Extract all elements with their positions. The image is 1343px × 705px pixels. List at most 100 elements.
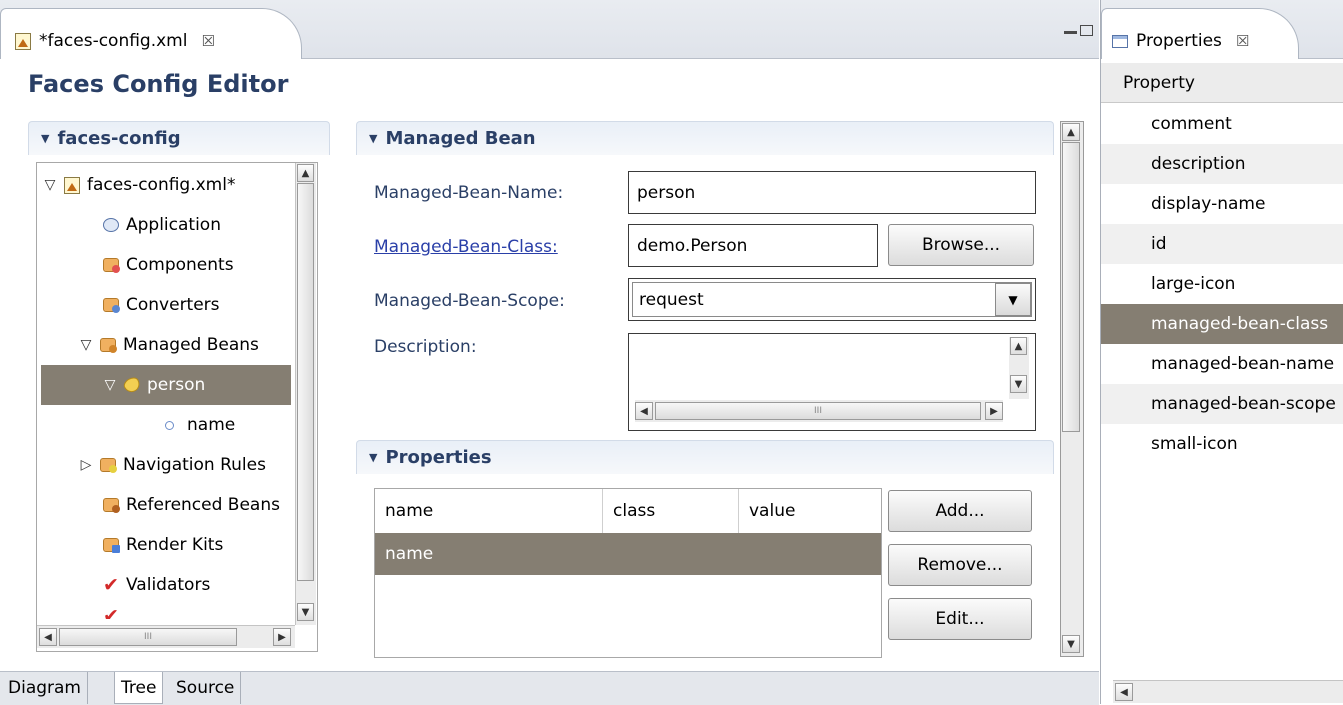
application-icon (103, 218, 119, 232)
scroll-down-icon[interactable]: ▼ (297, 603, 314, 621)
scroll-left-icon[interactable]: ◀ (635, 402, 653, 420)
collapsed-triangle-icon[interactable]: ▷ (79, 457, 93, 473)
expanded-triangle-icon[interactable]: ▽ (103, 377, 117, 393)
description-textarea[interactable]: ▲ ▼ ◀ III ▶ (628, 333, 1036, 431)
properties-tab[interactable]: Properties ☒ (1101, 8, 1299, 59)
properties-section-header[interactable]: ▼ Properties (356, 440, 1054, 474)
tree-item-label: name (187, 415, 236, 435)
tree-item-label: Application (126, 215, 221, 235)
scroll-up-icon[interactable]: ▲ (1062, 123, 1080, 141)
property-row-large-icon[interactable]: large-icon (1101, 264, 1343, 304)
properties-horizontal-scrollbar[interactable]: ◀ (1113, 680, 1343, 703)
property-column-header[interactable]: Property (1101, 63, 1343, 103)
collapse-triangle-icon: ▼ (41, 132, 50, 145)
remove-button[interactable]: Remove... (888, 544, 1032, 586)
scroll-up-icon[interactable]: ▲ (1010, 337, 1027, 355)
table-row[interactable]: name (375, 533, 881, 575)
tree-item-converters[interactable]: Converters (103, 285, 220, 325)
tree-item-person[interactable]: ▽ person (41, 365, 291, 405)
managed-bean-class-field[interactable]: demo.Person (628, 224, 878, 267)
validators-check-icon: ✔ (103, 574, 119, 596)
converters-folder-icon (103, 298, 120, 313)
description-vertical-scrollbar[interactable]: ▲ ▼ (1009, 337, 1029, 399)
edit-button[interactable]: Edit... (888, 598, 1032, 640)
column-header-value[interactable]: value (739, 489, 881, 533)
faces-config-file-icon (64, 176, 80, 194)
browse-button[interactable]: Browse... (888, 224, 1034, 266)
editor-tab-label: *faces-config.xml (39, 31, 188, 51)
add-button[interactable]: Add... (888, 490, 1032, 532)
scroll-down-icon[interactable]: ▼ (1010, 375, 1027, 393)
managed-bean-name-label: Managed-Bean-Name: (374, 183, 564, 203)
tree-item-referenced-beans[interactable]: Referenced Beans (103, 485, 280, 525)
property-row-managed-bean-class[interactable]: managed-bean-class (1101, 304, 1343, 344)
scroll-right-icon[interactable]: ▶ (273, 628, 291, 646)
property-row-managed-bean-scope[interactable]: managed-bean-scope (1101, 384, 1343, 424)
managed-bean-scope-dropdown[interactable]: request ▼ (628, 278, 1036, 321)
description-horizontal-scrollbar[interactable]: ◀ III ▶ (635, 400, 1003, 422)
tree-item-name[interactable]: name (159, 405, 235, 445)
collapse-triangle-icon: ▼ (369, 132, 378, 145)
property-dot-icon (165, 420, 174, 430)
close-icon[interactable]: ☒ (201, 32, 214, 50)
form-vertical-scrollbar[interactable]: ▲ ▼ (1060, 121, 1084, 657)
expanded-triangle-icon[interactable]: ▽ (43, 177, 57, 193)
editor-tab[interactable]: *faces-config.xml ☒ (0, 8, 302, 59)
scroll-left-icon[interactable]: ◀ (39, 628, 57, 646)
minimize-icon[interactable] (1064, 28, 1077, 34)
scrollbar-thumb[interactable]: III (655, 402, 981, 420)
property-row-display-name[interactable]: display-name (1101, 184, 1343, 224)
tree-item-managed-beans[interactable]: ▽ Managed Beans (79, 325, 259, 365)
managed-bean-class-link[interactable]: Managed-Bean-Class: (374, 237, 558, 257)
column-header-name[interactable]: name (375, 489, 603, 533)
scope-selected-value: request (632, 282, 1032, 317)
scrollbar-thumb[interactable] (1062, 142, 1080, 432)
property-row-comment[interactable]: comment (1101, 104, 1343, 144)
page-title: Faces Config Editor (28, 70, 289, 98)
tree-item-navigation-rules[interactable]: ▷ Navigation Rules (79, 445, 266, 485)
tree-section-header[interactable]: ▼ faces-config (28, 121, 330, 155)
tree-item-render-kits[interactable]: Render Kits (103, 525, 223, 565)
maximize-icon[interactable] (1080, 25, 1093, 36)
scrollbar-thumb[interactable]: III (59, 628, 237, 646)
scroll-left-icon[interactable]: ◀ (1115, 683, 1133, 701)
tab-diagram[interactable]: Diagram (2, 672, 88, 704)
properties-section-title: Properties (385, 447, 492, 468)
faces-config-editor: *faces-config.xml ☒ Faces Config Editor … (0, 0, 1099, 705)
properties-view: Properties ☒ Property comment descriptio… (1100, 0, 1343, 704)
tree-item-partially-visible[interactable]: ✔ (103, 605, 119, 619)
property-row-managed-bean-name[interactable]: managed-bean-name (1101, 344, 1343, 384)
description-label: Description: (374, 337, 477, 357)
tab-tree[interactable]: Tree (114, 672, 164, 704)
bean-properties-table[interactable]: name class value name (374, 488, 882, 658)
editor-tab-bar: *faces-config.xml ☒ (0, 0, 1099, 59)
property-row-description[interactable]: description (1101, 144, 1343, 184)
tab-source[interactable]: Source (170, 672, 242, 704)
tree-item-faces-config[interactable]: ▽ faces-config.xml* (43, 165, 236, 205)
tree-item-components[interactable]: Components (103, 245, 234, 285)
column-header-class[interactable]: class (603, 489, 739, 533)
tree-item-application[interactable]: Application (103, 205, 221, 245)
tree-item-label: Render Kits (126, 535, 224, 555)
navigation-folder-icon (100, 458, 117, 473)
tree-vertical-scrollbar[interactable]: ▲ ▼ (295, 163, 316, 625)
tree-item-label: Converters (126, 295, 220, 315)
tree-horizontal-scrollbar[interactable]: ◀ III ▶ (37, 625, 295, 648)
tree-item-validators[interactable]: ✔ Validators (103, 565, 210, 605)
chevron-down-icon[interactable]: ▼ (995, 283, 1031, 316)
property-row-id[interactable]: id (1101, 224, 1343, 264)
faces-config-tree[interactable]: ▽ faces-config.xml* Application Componen… (36, 162, 318, 652)
scroll-down-icon[interactable]: ▼ (1062, 635, 1080, 653)
scroll-up-icon[interactable]: ▲ (297, 164, 314, 182)
managed-bean-scope-label: Managed-Bean-Scope: (374, 291, 565, 311)
render-kits-folder-icon (103, 538, 120, 553)
table-cell-name: name (385, 544, 434, 564)
scrollbar-thumb[interactable] (297, 183, 314, 581)
managed-bean-section-header[interactable]: ▼ Managed Bean (356, 121, 1054, 155)
managed-bean-name-field[interactable]: person (628, 171, 1036, 214)
scroll-right-icon[interactable]: ▶ (985, 402, 1003, 420)
expanded-triangle-icon[interactable]: ▽ (79, 337, 93, 353)
close-icon[interactable]: ☒ (1236, 32, 1249, 50)
property-row-small-icon[interactable]: small-icon (1101, 424, 1343, 464)
properties-tab-label: Properties (1136, 31, 1222, 51)
